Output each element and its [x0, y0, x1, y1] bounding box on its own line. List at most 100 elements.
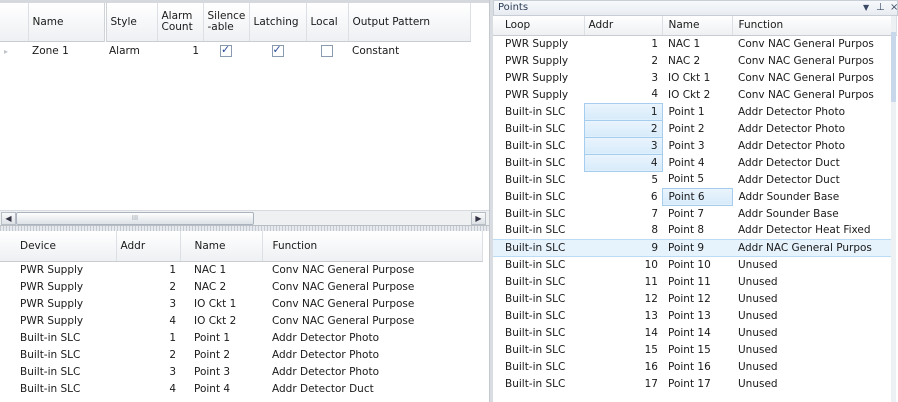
latching-checkbox[interactable]	[271, 43, 284, 58]
loop-cell[interactable]: Built-in SLC	[493, 154, 584, 171]
name-cell[interactable]: Point 15	[662, 341, 732, 358]
table-row[interactable]: Built-in SLC 1 Point 1 Addr Detector Photo	[493, 102, 896, 121]
table-row[interactable]: PWR Supply 3 IO Ckt 1 Conv NAC General Purp…	[493, 69, 896, 86]
name-cell[interactable]: Point 3	[180, 363, 262, 380]
function-cell[interactable]: Conv NAC General Purpose	[262, 261, 482, 278]
name-cell[interactable]: Point 2	[180, 346, 262, 363]
loop-cell[interactable]: Built-in SLC	[493, 188, 584, 205]
scroll-left-button[interactable]: ◀	[1, 212, 16, 225]
device-cell[interactable]: PWR Supply	[0, 312, 116, 329]
addr-cell[interactable]: 1	[584, 35, 662, 52]
zone-local-cell[interactable]	[306, 41, 348, 61]
column-header-local[interactable]: Local	[306, 3, 349, 42]
name-cell[interactable]: Point 3	[662, 137, 732, 154]
table-row[interactable]: Built-in SLC 15 Point 15 Unused	[493, 341, 896, 358]
name-cell[interactable]: Point 13	[662, 307, 732, 324]
column-header-loop[interactable]: Loop	[493, 16, 585, 36]
name-cell[interactable]: Point 10	[662, 256, 732, 273]
loop-cell[interactable]: Built-in SLC	[493, 120, 584, 137]
close-icon[interactable]: ×	[890, 1, 898, 15]
addr-cell[interactable]: 17	[584, 375, 662, 392]
function-cell[interactable]: Conv NAC General Purpose	[262, 295, 482, 312]
loop-cell[interactable]: Built-in SLC	[493, 358, 584, 375]
name-cell[interactable]: Point 8	[662, 222, 732, 239]
function-cell[interactable]: Unused	[732, 273, 896, 290]
addr-cell[interactable]: 2	[584, 52, 662, 69]
function-cell[interactable]: Unused	[732, 375, 896, 392]
name-cell[interactable]: Point 2	[662, 120, 732, 137]
name-cell[interactable]: Point 9	[662, 238, 732, 257]
table-row[interactable]: Built-in SLC 12 Point 12 Unused	[493, 290, 896, 307]
function-cell[interactable]: Unused	[732, 341, 896, 358]
function-cell[interactable]: Unused	[732, 307, 896, 324]
table-row[interactable]: Built-in SLC 7 Point 7 Addr Sounder Base	[493, 205, 896, 222]
loop-cell[interactable]: Built-in SLC	[493, 205, 584, 222]
function-cell[interactable]: Addr Detector Photo	[732, 120, 896, 137]
addr-cell[interactable]: 5	[584, 171, 662, 188]
name-cell[interactable]: Point 4	[180, 380, 262, 397]
row-indicator[interactable]: ▸	[0, 41, 28, 61]
device-cell[interactable]: PWR Supply	[0, 261, 116, 278]
function-cell[interactable]: Unused	[732, 256, 896, 273]
table-row[interactable]: Built-in SLC 17 Point 17 Unused	[493, 375, 896, 392]
column-header-output-pattern[interactable]: Output Pattern	[348, 3, 471, 42]
silenceable-checkbox[interactable]	[220, 43, 232, 58]
addr-cell[interactable]: 3	[116, 363, 180, 380]
name-cell[interactable]: Point 16	[662, 358, 732, 375]
function-cell[interactable]: Addr Detector Photo	[732, 137, 896, 154]
scroll-thumb[interactable]: III	[16, 212, 254, 225]
addr-cell[interactable]: 10	[584, 256, 662, 273]
vertical-scrollbar[interactable]	[891, 16, 896, 402]
table-row[interactable]: Built-in SLC 11 Point 11 Unused	[493, 273, 896, 290]
addr-cell[interactable]: 7	[584, 205, 662, 222]
table-row[interactable]: Built-in SLC 10 Point 10 Unused	[493, 256, 896, 273]
function-cell[interactable]: Addr Detector Photo	[262, 329, 482, 346]
device-cell[interactable]: Built-in SLC	[0, 363, 116, 380]
column-header-addr[interactable]: Addr	[584, 16, 663, 36]
function-cell[interactable]: Addr Detector Photo	[262, 346, 482, 363]
name-cell[interactable]: Point 14	[662, 324, 732, 341]
zone-alarm-count-cell[interactable]: 1	[157, 41, 203, 61]
name-cell[interactable]: Point 17	[662, 375, 732, 392]
loop-cell[interactable]: Built-in SLC	[493, 307, 584, 324]
loop-cell[interactable]: Built-in SLC	[493, 171, 584, 188]
loop-cell[interactable]: Built-in SLC	[493, 222, 584, 239]
name-cell[interactable]: Point 7	[662, 205, 732, 222]
function-cell[interactable]: Addr Detector Duct	[732, 154, 896, 171]
function-cell[interactable]: Addr Detector Photo	[262, 363, 482, 380]
loop-cell[interactable]: Built-in SLC	[493, 273, 584, 290]
name-cell[interactable]: Point 12	[662, 290, 732, 307]
zone-style-cell[interactable]: Alarm	[105, 41, 157, 61]
column-header-function[interactable]: Function	[262, 231, 483, 262]
table-row[interactable]: PWR Supply 4 IO Ckt 2 Conv NAC General Purp…	[493, 86, 896, 103]
loop-cell[interactable]: Built-in SLC	[493, 341, 584, 358]
name-cell[interactable]: IO Ckt 2	[180, 312, 262, 329]
table-row[interactable]: PWR Supply 1 NAC 1 Conv NAC General Purpos	[493, 35, 896, 52]
table-row[interactable]: Built-in SLC 5 Point 5 Addr Detector Duct	[493, 171, 896, 188]
addr-cell[interactable]: 9	[584, 238, 662, 257]
addr-cell[interactable]: 8	[584, 222, 662, 239]
column-header-name[interactable]: Name	[662, 16, 733, 36]
addr-cell[interactable]: 13	[584, 307, 662, 324]
zone-output-pattern-cell[interactable]: Constant	[348, 41, 470, 61]
loop-cell[interactable]: Built-in SLC	[493, 375, 584, 392]
table-row[interactable]: Built-in SLC 4 Point 4 Addr Detector Duct	[493, 153, 896, 172]
column-header-function[interactable]: Function	[732, 16, 897, 36]
local-checkbox[interactable]	[321, 45, 333, 58]
addr-cell[interactable]: 3	[583, 136, 663, 155]
function-cell[interactable]: Addr NAC General Purpos	[732, 238, 896, 257]
addr-cell[interactable]: 1	[583, 102, 663, 121]
addr-cell[interactable]: 4	[116, 380, 180, 397]
function-cell[interactable]: Conv NAC General Purpose	[262, 312, 482, 329]
column-header-addr[interactable]: Addr	[116, 231, 181, 262]
addr-cell[interactable]: 14	[584, 324, 662, 341]
loop-cell[interactable]: Built-in SLC	[493, 256, 584, 273]
chevron-down-icon[interactable]: ▼	[863, 1, 869, 15]
addr-cell[interactable]: 4	[116, 312, 180, 329]
name-cell[interactable]: Point 1	[662, 103, 732, 120]
addr-cell[interactable]: 3	[584, 69, 662, 86]
name-cell[interactable]: Point 4	[662, 154, 732, 171]
addr-cell[interactable]: 11	[584, 273, 662, 290]
function-cell[interactable]: Unused	[732, 290, 896, 307]
device-cell[interactable]: Built-in SLC	[0, 329, 116, 346]
